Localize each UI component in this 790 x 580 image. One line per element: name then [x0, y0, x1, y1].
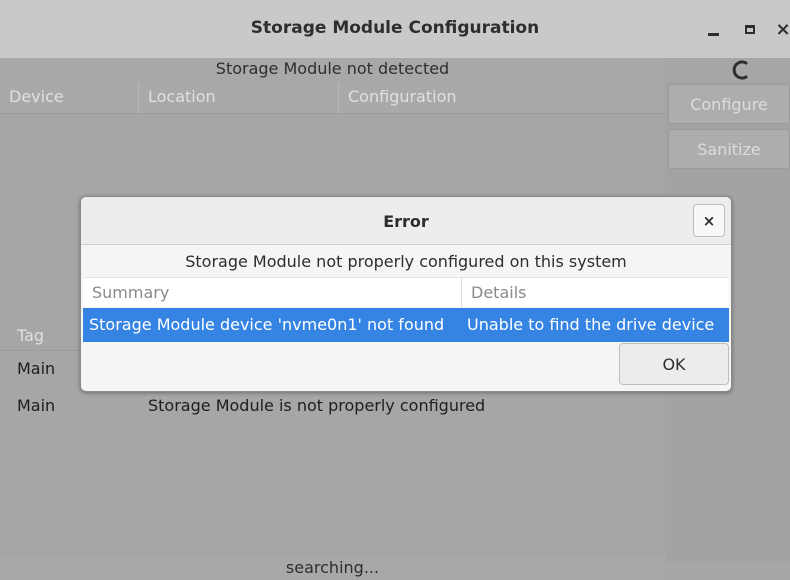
log-row-tag: Main — [17, 396, 56, 415]
minimize-button[interactable] — [698, 14, 728, 44]
column-location[interactable]: Location — [148, 87, 216, 106]
main-window: Storage Module Configuration × Storage M… — [0, 0, 790, 580]
dialog-close-button[interactable]: × — [693, 204, 725, 237]
close-icon: × — [702, 211, 716, 230]
log-column-tag: Tag — [17, 326, 45, 345]
dialog-header[interactable]: Error × — [81, 197, 731, 245]
row-details: Unable to find the drive device — [467, 315, 715, 334]
close-icon: × — [775, 18, 790, 40]
column-configuration[interactable]: Configuration — [348, 87, 457, 106]
title-bar[interactable]: Storage Module Configuration × — [0, 0, 790, 58]
dialog-title: Error — [383, 212, 429, 231]
sanitize-button[interactable]: Sanitize — [668, 129, 790, 169]
close-button[interactable]: × — [768, 14, 790, 44]
minimize-icon — [707, 32, 719, 36]
maximize-icon — [745, 24, 755, 34]
log-row-message: Storage Module is not properly configure… — [148, 396, 486, 415]
error-table-header: Summary Details — [83, 277, 729, 308]
table-row[interactable]: Storage Module device 'nvme0n1' not foun… — [83, 308, 729, 342]
configure-button[interactable]: Configure — [668, 84, 790, 124]
spinner-icon — [732, 60, 748, 80]
column-device[interactable]: Device — [9, 87, 64, 106]
maximize-button[interactable] — [735, 14, 765, 44]
log-row-tag: Main — [17, 359, 56, 378]
column-details[interactable]: Details — [471, 283, 526, 302]
column-separator — [338, 82, 339, 114]
column-summary[interactable]: Summary — [92, 283, 169, 302]
status-bar: searching... — [0, 556, 665, 580]
column-separator — [461, 278, 462, 308]
log-header-separator — [0, 350, 80, 351]
column-separator — [138, 82, 139, 114]
dialog-message: Storage Module not properly configured o… — [185, 252, 627, 271]
error-dialog: Error × Storage Module not properly conf… — [80, 196, 732, 392]
detection-status: Storage Module not detected — [0, 58, 665, 82]
ok-button[interactable]: OK — [619, 343, 729, 385]
row-summary: Storage Module device 'nvme0n1' not foun… — [89, 315, 445, 334]
window-title: Storage Module Configuration — [250, 18, 540, 38]
device-table-header: Device Location Configuration — [0, 82, 665, 114]
